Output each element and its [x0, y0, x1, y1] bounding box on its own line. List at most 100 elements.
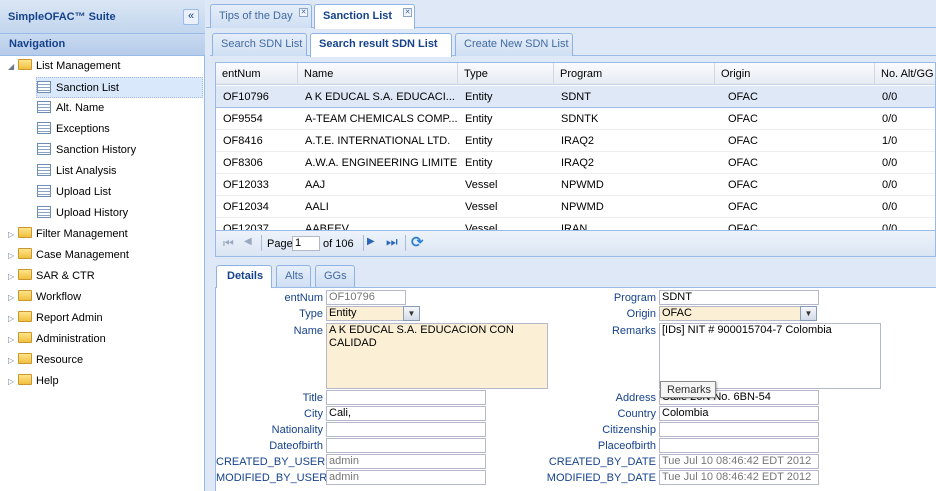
- table-row[interactable]: OF8416 A.T.E. INTERNATIONAL LTD. Entity IRA…: [216, 130, 935, 152]
- collapsed-arrow-icon[interactable]: ▷: [8, 329, 18, 350]
- cell-entnum: OF9554: [223, 113, 263, 125]
- table-row[interactable]: OF8306 A.W.A. ENGINEERING LIMITED Entity IR…: [216, 152, 935, 174]
- tab-alts[interactable]: Alts: [276, 265, 311, 287]
- folder-icon: [18, 248, 32, 259]
- folder-icon: [18, 353, 32, 364]
- table-row[interactable]: OF9554 A-TEAM CHEMICALS COMP... Entity SDNT…: [216, 108, 935, 130]
- remarks-field[interactable]: [IDs] NIT # 900015704-7 Colombia: [659, 323, 881, 389]
- tree-node-administration[interactable]: ▷ Administration: [8, 329, 106, 350]
- tree-node-upload-history[interactable]: Upload History: [37, 203, 128, 224]
- column-header-origin[interactable]: Origin: [715, 63, 875, 85]
- tab-search-result-sdn-list[interactable]: Search result SDN List: [310, 33, 452, 57]
- column-header-entnum[interactable]: entNum: [216, 63, 298, 85]
- close-tab-icon[interactable]: ✕: [299, 8, 308, 17]
- dateofbirth-field[interactable]: [326, 438, 486, 453]
- navigation-header: Navigation: [0, 34, 205, 56]
- first-page-icon[interactable]: ⏮: [223, 236, 234, 251]
- column-header-name[interactable]: Name: [298, 63, 458, 85]
- tree-node-alt-name[interactable]: Alt. Name: [37, 98, 104, 119]
- name-field[interactable]: A K EDUCAL S.A. EDUCACION CON CALIDAD: [326, 323, 548, 389]
- tree-node-resource[interactable]: ▷ Resource: [8, 350, 83, 371]
- column-header-alt-gg[interactable]: No. Alt/GG: [875, 63, 935, 85]
- title-label: Title: [302, 392, 323, 404]
- tree-node-sanction-history[interactable]: Sanction History: [37, 140, 136, 161]
- type-select[interactable]: Entity: [326, 306, 404, 321]
- tree-node-case-management[interactable]: ▷ Case Management: [8, 245, 129, 266]
- tab-ggs[interactable]: GGs: [315, 265, 355, 287]
- column-header-program[interactable]: Program: [554, 63, 715, 85]
- table-row[interactable]: OF12037 AABEEV Vessel IRAN OFAC 0/0: [216, 218, 935, 231]
- tree-node-report-admin[interactable]: ▷ Report Admin: [8, 308, 103, 329]
- cell-type: Entity: [465, 113, 493, 125]
- origin-select[interactable]: OFAC: [659, 306, 801, 321]
- dateofbirth-label: Dateofbirth: [269, 440, 323, 452]
- collapsed-arrow-icon[interactable]: ▷: [8, 350, 18, 371]
- pager-separator: [363, 235, 364, 251]
- collapsed-arrow-icon[interactable]: ▷: [8, 287, 18, 308]
- modified-by-date-field[interactable]: Tue Jul 10 08:46:42 EDT 2012: [659, 470, 819, 485]
- tab-search-sdn-list[interactable]: Search SDN List: [212, 33, 307, 56]
- collapsed-arrow-icon[interactable]: ▷: [8, 308, 18, 329]
- title-field[interactable]: [326, 390, 486, 405]
- table-row[interactable]: OF12034 AALI Vessel NPWMD OFAC 0/0: [216, 196, 935, 218]
- next-page-icon[interactable]: ▶: [367, 236, 375, 247]
- grid-pager: ⏮ ◀ Page 1 of 106 ▶ ⏭ ⟳: [215, 231, 936, 257]
- previous-page-icon[interactable]: ◀: [244, 236, 252, 247]
- created-by-user-field[interactable]: admin: [326, 454, 486, 469]
- tree-node-workflow[interactable]: ▷ Workflow: [8, 287, 81, 308]
- tab-tips-of-the-day[interactable]: Tips of the Day: [210, 4, 312, 28]
- country-field[interactable]: Colombia: [659, 406, 819, 421]
- cell-program: IRAN: [561, 223, 588, 231]
- program-field[interactable]: SDNT: [659, 290, 819, 305]
- modified-by-user-field[interactable]: admin: [326, 470, 486, 485]
- page-number-input[interactable]: 1: [292, 236, 320, 251]
- close-tab-icon[interactable]: ✕: [403, 8, 412, 17]
- collapsed-arrow-icon[interactable]: ▷: [8, 224, 18, 245]
- cell-name: AABEEV: [305, 223, 350, 231]
- main-tab-strip: Tips of the Day ✕ Sanction List ✕: [206, 0, 936, 29]
- cell-type: Entity: [465, 157, 493, 169]
- tree-node-filter-management[interactable]: ▷ Filter Management: [8, 224, 128, 245]
- tree-node-sar-ctr[interactable]: ▷ SAR & CTR: [8, 266, 95, 287]
- cell-type: Vessel: [465, 201, 498, 213]
- placeofbirth-field[interactable]: [659, 438, 819, 453]
- chevron-down-icon[interactable]: ▼: [403, 306, 420, 321]
- collapsed-arrow-icon[interactable]: ▷: [8, 245, 18, 266]
- tree-node-sanction-list[interactable]: Sanction List: [36, 77, 203, 98]
- expanded-arrow-icon[interactable]: ◢: [8, 56, 18, 77]
- table-row[interactable]: OF10796 A K EDUCAL S.A. EDUCACI... Entity S…: [216, 86, 935, 108]
- refresh-icon[interactable]: ⟳: [411, 233, 424, 251]
- cell-program: NPWMD: [561, 201, 604, 213]
- modified-by-user-label: MODIFIED_BY_USER: [216, 472, 328, 484]
- folder-icon: [18, 311, 32, 322]
- tree-node-list-analysis[interactable]: List Analysis: [37, 161, 117, 182]
- created-by-user-label: CREATED_BY_USER: [216, 456, 326, 468]
- column-header-type[interactable]: Type: [458, 63, 554, 85]
- tab-sanction-list[interactable]: Sanction List: [314, 4, 415, 29]
- citizenship-field[interactable]: [659, 422, 819, 437]
- created-by-date-field[interactable]: Tue Jul 10 08:46:42 EDT 2012: [659, 454, 819, 469]
- pager-separator: [405, 235, 406, 251]
- cell-name: A-TEAM CHEMICALS COMP...: [305, 113, 458, 125]
- collapse-panel-button[interactable]: «: [183, 9, 199, 25]
- tree-node-list-management[interactable]: ◢ List Management: [8, 56, 120, 77]
- last-page-icon[interactable]: ⏭: [386, 234, 398, 250]
- nationality-field[interactable]: [326, 422, 486, 437]
- collapsed-arrow-icon[interactable]: ▷: [8, 371, 18, 392]
- cell-origin: OFAC: [728, 91, 758, 103]
- tree-node-exceptions[interactable]: Exceptions: [37, 119, 110, 140]
- nationality-label: Nationality: [271, 424, 323, 436]
- collapsed-arrow-icon[interactable]: ▷: [8, 266, 18, 287]
- chevron-down-icon[interactable]: ▼: [800, 306, 817, 321]
- tree-node-upload-list[interactable]: Upload List: [37, 182, 111, 203]
- modified-by-date-label: MODIFIED_BY_DATE: [546, 472, 656, 484]
- origin-label: Origin: [626, 308, 656, 320]
- table-row[interactable]: OF12033 AAJ Vessel NPWMD OFAC 0/0: [216, 174, 935, 196]
- city-field[interactable]: Cali,: [326, 406, 486, 421]
- tab-create-new-sdn-list[interactable]: Create New SDN List: [455, 33, 573, 56]
- list-icon: [37, 143, 51, 155]
- city-label: City: [304, 408, 323, 420]
- tab-details[interactable]: Details: [216, 265, 272, 288]
- tree-node-help[interactable]: ▷ Help: [8, 371, 59, 392]
- entnum-field[interactable]: OF10796: [326, 290, 406, 305]
